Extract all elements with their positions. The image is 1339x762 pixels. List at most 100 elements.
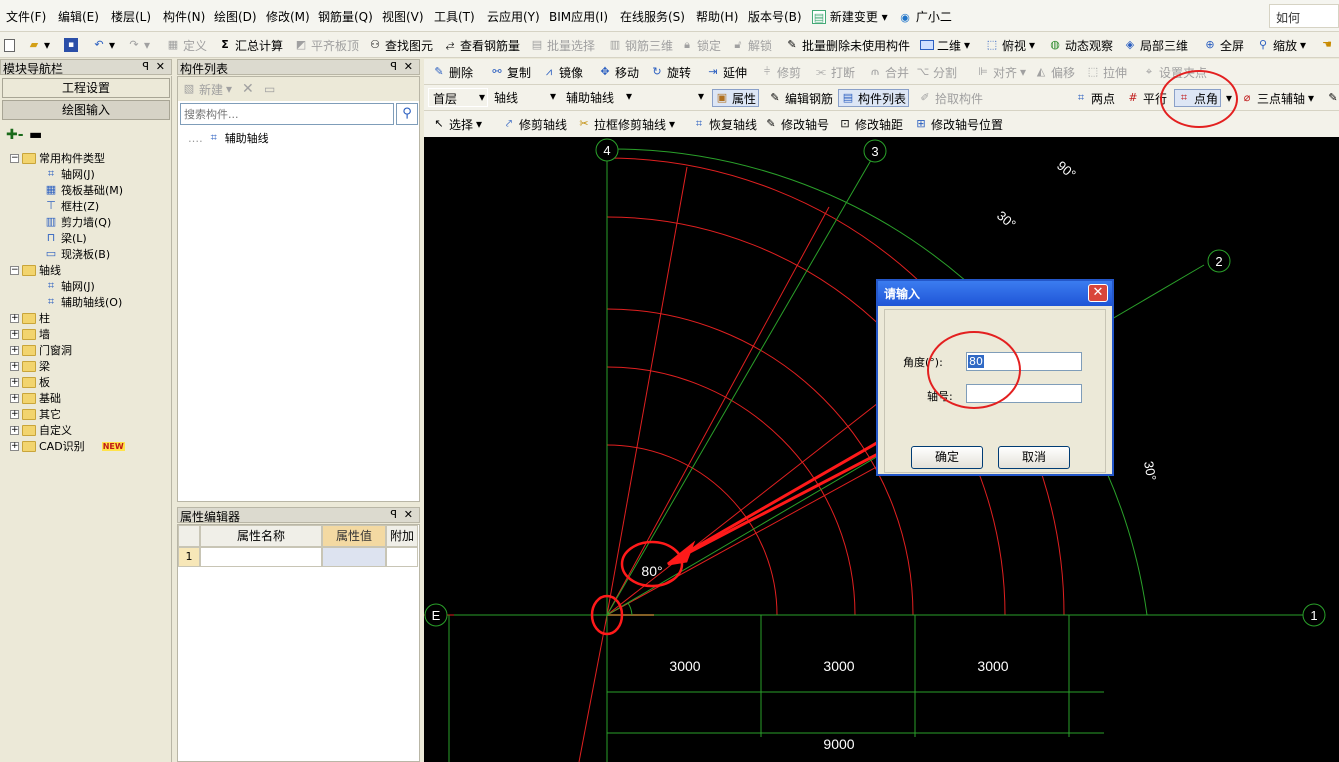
menu-floor[interactable]: 楼层(L) <box>111 8 151 25</box>
batch-select-button[interactable]: ▤ 批量选择 <box>530 36 595 54</box>
menu-modify[interactable]: 修改(M) <box>266 8 310 25</box>
edit-rebar-button[interactable]: ✎ 编辑钢筋 <box>768 89 833 107</box>
two-d-button[interactable]: 二维 ▾ <box>920 36 970 54</box>
tree-item[interactable]: + 板 <box>10 374 50 390</box>
component-select[interactable]: ▾ <box>636 88 706 107</box>
expand-icon[interactable]: + <box>10 361 19 371</box>
delete-comp-icon[interactable]: ✕ <box>242 80 254 98</box>
stretch-button[interactable]: ⬚ 拉伸 <box>1086 63 1127 81</box>
break-button[interactable]: ⫘ 打断 <box>814 63 855 81</box>
comp-list-button[interactable]: ▤ 构件列表 <box>838 89 910 107</box>
batch-delete-button[interactable]: ✎ 批量删除未使用构件 <box>785 36 910 54</box>
move-button[interactable]: ✥ 移动 <box>598 63 639 81</box>
extend-button[interactable]: ⇥ 延伸 <box>706 63 747 81</box>
pin-icon[interactable]: ꟼ <box>390 508 397 521</box>
tree-item[interactable]: + 梁 <box>10 358 50 374</box>
trim-axis-button[interactable]: ⤤ 修剪轴线 <box>502 115 567 133</box>
select-button[interactable]: ↖ 选择 ▾ <box>432 115 482 133</box>
menu-view[interactable]: 视图(V) <box>382 8 424 25</box>
tree-item[interactable]: + 其它 <box>10 406 61 422</box>
new-file-button[interactable] <box>4 36 15 54</box>
modify-axis-pos-button[interactable]: ⊞ 修改轴号位置 <box>914 115 1003 133</box>
table-row[interactable]: 1 <box>178 547 418 567</box>
tree-item[interactable]: ▭ 现浇板(B) <box>44 246 110 262</box>
merge-button[interactable]: ⫙ 合并 <box>868 63 909 81</box>
more-tools-button[interactable]: ✎ <box>1326 89 1339 107</box>
tree-item[interactable]: + CAD识别 NEW <box>10 438 125 454</box>
redo-button[interactable]: ↷ ▾ <box>127 36 150 54</box>
subtype-select[interactable]: 辅助轴线 ▾ <box>562 88 634 107</box>
tree-item[interactable]: + 门窗洞 <box>10 342 72 358</box>
collapse-icon[interactable]: − <box>10 153 19 163</box>
expand-icon[interactable]: + <box>10 441 19 451</box>
expand-icon[interactable]: + <box>10 425 19 435</box>
tree-item[interactable]: ⊤ 框柱(Z) <box>44 198 99 214</box>
tree-item[interactable]: + 墙 <box>10 326 50 342</box>
close-icon[interactable]: ✕ <box>1088 284 1108 302</box>
lock-button[interactable]: 🔒︎ 锁定 <box>680 36 721 54</box>
type-select[interactable]: 轴线 ▾ <box>490 88 558 107</box>
close-icon[interactable]: ✕ <box>404 60 413 73</box>
restore-axis-button[interactable]: ⌗ 恢复轴线 <box>692 115 757 133</box>
zoom-button[interactable]: ⚲ 缩放 ▾ <box>1256 36 1306 54</box>
menu-file[interactable]: 文件(F) <box>6 8 46 25</box>
tree-item[interactable]: − 常用构件类型 <box>10 150 105 166</box>
pin-icon[interactable]: ꟼ <box>390 60 397 73</box>
expand-icon[interactable]: + <box>10 329 19 339</box>
modify-axis-dist-button[interactable]: ⊡ 修改轴距 <box>838 115 903 133</box>
cancel-button[interactable]: 取消 <box>998 446 1070 469</box>
menu-cloud[interactable]: 云应用(Y) <box>487 8 540 25</box>
search-icon[interactable]: ⚲ <box>396 103 418 125</box>
rebar-3d-button[interactable]: ▥ 钢筋三维 <box>608 36 673 54</box>
define-button[interactable]: ▦ 定义 <box>166 36 207 54</box>
menu-bim[interactable]: BIM应用(I) <box>549 8 608 25</box>
menu-rebar-qty[interactable]: 钢筋量(Q) <box>318 8 373 25</box>
menu-component[interactable]: 构件(N) <box>163 8 205 25</box>
fullscreen-button[interactable]: ⊕ 全屏 <box>1203 36 1244 54</box>
tree-item[interactable]: + 柱 <box>10 310 50 326</box>
menu-help[interactable]: 帮助(H) <box>696 8 738 25</box>
rotate-button[interactable]: ↻ 旋转 <box>650 63 691 81</box>
unlock-button[interactable]: 🔓︎ 解锁 <box>731 36 772 54</box>
ok-button[interactable]: 确定 <box>911 446 983 469</box>
pin-icon[interactable]: ꟼ <box>142 60 149 73</box>
close-icon[interactable]: ✕ <box>404 508 413 521</box>
expand-icon[interactable]: + <box>10 377 19 387</box>
mirror-button[interactable]: ⩘ 镜像 <box>542 63 583 81</box>
sum-calc-button[interactable]: Σ 汇总计算 <box>218 36 283 54</box>
new-comp-button[interactable]: ▧ 新建 ▾ <box>182 80 232 98</box>
undo-button[interactable]: ↶ ▾ <box>92 36 115 54</box>
view-rebar-button[interactable]: ⥄ 查看钢筋量 <box>443 36 520 54</box>
drawing-input-button[interactable]: 绘图输入 <box>2 100 170 120</box>
pan-button[interactable]: ☚ <box>1320 36 1334 54</box>
expand-icon[interactable]: + <box>10 393 19 403</box>
menu-online[interactable]: 在线服务(S) <box>620 8 685 25</box>
modify-axis-no-button[interactable]: ✎ 修改轴号 <box>764 115 829 133</box>
open-file-button[interactable]: ▰ ▾ <box>27 36 50 54</box>
comp-search-input[interactable] <box>180 103 394 125</box>
menu-tools[interactable]: 工具(T) <box>434 8 475 25</box>
tree-item[interactable]: ▦ 筏板基础(M) <box>44 182 123 198</box>
local-3d-button[interactable]: ◈ 局部三维 <box>1123 36 1188 54</box>
tree-item[interactable]: ⊓ 梁(L) <box>44 230 87 246</box>
tree-item[interactable]: ▥ 剪力墙(Q) <box>44 214 111 230</box>
floor-select[interactable]: 首层 ▾ <box>428 88 488 107</box>
align-button[interactable]: ⊫ 对齐 ▾ <box>976 63 1026 81</box>
copy-comp-icon[interactable]: ▭ <box>264 80 275 98</box>
collapse-all-icon[interactable]: ▬ <box>29 127 42 143</box>
split-button[interactable]: ⌥ 分割 <box>916 63 957 81</box>
property-button[interactable]: ▣ 属性 <box>712 89 760 107</box>
help-search-box[interactable]: 如何 <box>1269 4 1339 28</box>
close-icon[interactable]: ✕ <box>156 60 165 73</box>
find-element-button[interactable]: ⚇ 查找图元 <box>368 36 433 54</box>
expand-all-icon[interactable]: ✚‐ <box>6 127 24 143</box>
pick-comp-button[interactable]: ✐ 拾取构件 <box>918 89 983 107</box>
comp-list-item[interactable]: ‥‥ ⌗ 辅助轴线 <box>188 130 269 146</box>
menu-draw[interactable]: 绘图(D) <box>214 8 257 25</box>
tree-item[interactable]: ⌗ 轴网(J) <box>44 278 95 294</box>
box-trim-axis-button[interactable]: ✂ 拉框修剪轴线 ▾ <box>577 115 675 133</box>
trim-button[interactable]: ⫩ 修剪 <box>760 63 801 81</box>
save-button[interactable]: ▪ <box>64 36 78 54</box>
tree-item[interactable]: − 轴线 <box>10 262 61 278</box>
three-point-aux-button[interactable]: ⌀ 三点辅轴 ▾ <box>1240 89 1314 107</box>
